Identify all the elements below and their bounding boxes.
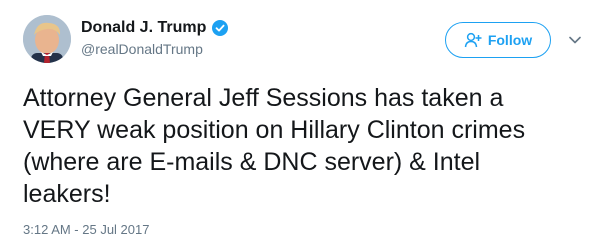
- follow-button[interactable]: Follow: [445, 22, 551, 58]
- tweet-text: Attorney General Jeff Sessions has taken…: [23, 84, 526, 208]
- tweet-timestamp[interactable]: 3:12 AM - 25 Jul 2017: [23, 222, 149, 237]
- more-options-button[interactable]: [566, 31, 584, 49]
- avatar[interactable]: [23, 15, 71, 63]
- chevron-down-icon: [569, 36, 581, 44]
- user-handle[interactable]: @realDonaldTrump: [81, 41, 203, 57]
- verified-badge-icon: [212, 20, 229, 36]
- author-name-row: Donald J. Trump: [81, 19, 229, 37]
- avatar-image: [23, 15, 71, 63]
- display-name[interactable]: Donald J. Trump: [81, 19, 206, 37]
- follow-label: Follow: [487, 32, 533, 48]
- add-user-icon: [464, 32, 482, 48]
- tweet-card: Donald J. Trump @realDonaldTrump Follow …: [0, 0, 605, 249]
